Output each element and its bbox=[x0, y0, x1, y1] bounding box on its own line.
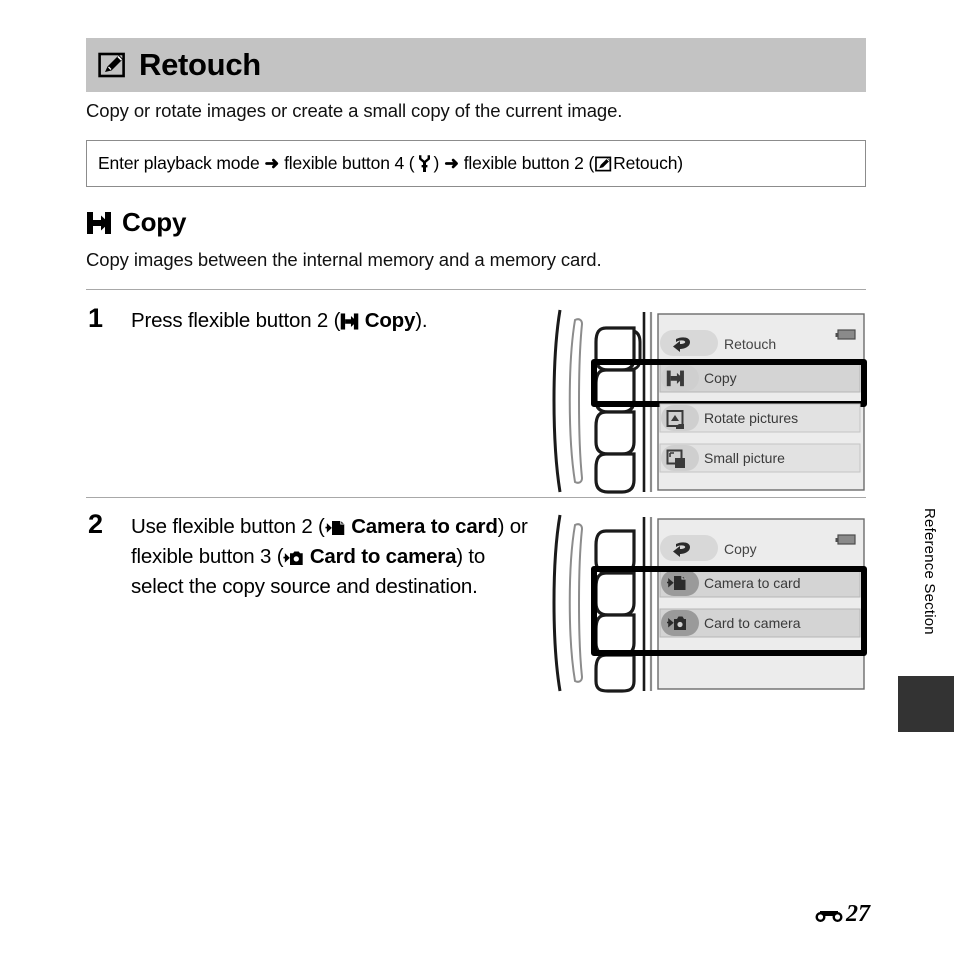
screen-header-label: Copy bbox=[724, 541, 757, 557]
screen-item-label: Small picture bbox=[704, 450, 785, 466]
flexible-button-3 bbox=[594, 613, 636, 657]
figure-copy-menu-screen: Copy Camera to card Card to camera bbox=[548, 513, 868, 693]
manual-page: Retouch Copy or rotate images or create … bbox=[0, 0, 954, 954]
retouch-icon bbox=[98, 50, 128, 80]
page-footer: 27 bbox=[814, 901, 870, 928]
figure-retouch-menu-screen: Retouch Copy Rotate pictures Small pictu… bbox=[548, 308, 868, 494]
breadcrumb: Enter playback mode ➜ flexible button 4 … bbox=[86, 140, 866, 187]
page-title: Retouch bbox=[139, 47, 261, 82]
flexible-button-4 bbox=[594, 452, 636, 494]
breadcrumb-segment-4: flexible button 2 ( bbox=[463, 153, 595, 173]
battery-icon bbox=[835, 534, 856, 545]
screen-item-small-picture: Small picture bbox=[659, 443, 861, 473]
step-1-text-before: Press flexible button 2 ( bbox=[131, 309, 341, 332]
card-to-camera-icon bbox=[283, 549, 304, 567]
step-2-text: Use flexible button 2 ( Camera to card) … bbox=[131, 512, 541, 602]
breadcrumb-segment-3: ) bbox=[433, 153, 440, 173]
screen-item-card-to-camera: Card to camera bbox=[659, 608, 861, 638]
breadcrumb-segment-2: flexible button 4 ( bbox=[284, 153, 415, 173]
reference-section-icon bbox=[814, 906, 844, 924]
copy-icon bbox=[340, 312, 359, 331]
camera-to-card-icon bbox=[325, 519, 346, 537]
divider-above-step-1 bbox=[86, 289, 866, 290]
screen-item-copy: Copy bbox=[659, 363, 861, 393]
step-1-text-bold: Copy bbox=[364, 309, 416, 332]
subsection-heading: Copy bbox=[86, 207, 186, 238]
flexible-button-4 bbox=[594, 653, 636, 693]
side-tab-marker bbox=[898, 676, 954, 732]
screen-item-camera-to-card: Camera to card bbox=[659, 568, 861, 598]
screen-item-label: Camera to card bbox=[704, 575, 800, 591]
screen-item-label: Rotate pictures bbox=[704, 410, 798, 426]
wrench-icon bbox=[416, 154, 433, 173]
subsection-description: Copy images between the internal memory … bbox=[86, 249, 602, 270]
step-2-bold-2: Card to camera bbox=[309, 545, 457, 568]
intro-text: Copy or rotate images or create a small … bbox=[86, 100, 623, 121]
screen-item-label: Copy bbox=[704, 370, 737, 386]
breadcrumb-arrow-2: ➜ bbox=[444, 153, 459, 173]
breadcrumb-arrow-1: ➜ bbox=[264, 153, 280, 173]
breadcrumb-segment-1: Enter playback mode bbox=[98, 153, 260, 173]
flexible-button-3 bbox=[594, 410, 636, 456]
divider-above-step-2 bbox=[86, 497, 866, 498]
step-1-text: Press flexible button 2 ( Copy). bbox=[131, 306, 531, 336]
subsection-title: Copy bbox=[122, 207, 187, 237]
breadcrumb-segment-5: Retouch) bbox=[613, 153, 683, 173]
section-header: Retouch bbox=[86, 38, 866, 92]
step-2-number: 2 bbox=[88, 509, 104, 539]
step-2-segment-1: Use flexible button 2 ( bbox=[131, 515, 325, 538]
step-1-number: 1 bbox=[88, 303, 104, 333]
step-1-text-after: ). bbox=[415, 309, 428, 332]
screen-item-rotate-pictures: Rotate pictures bbox=[659, 403, 861, 433]
screen-header-label: Retouch bbox=[724, 336, 776, 352]
step-2-bold-1: Camera to card bbox=[351, 515, 498, 538]
screen-item-label: Card to camera bbox=[704, 615, 801, 631]
side-tab-label: Reference Section bbox=[921, 508, 938, 635]
page-number: 27 bbox=[846, 901, 870, 927]
retouch-icon bbox=[595, 155, 613, 173]
copy-icon bbox=[86, 210, 112, 236]
battery-icon bbox=[835, 329, 856, 340]
flexible-button-2 bbox=[594, 571, 636, 617]
